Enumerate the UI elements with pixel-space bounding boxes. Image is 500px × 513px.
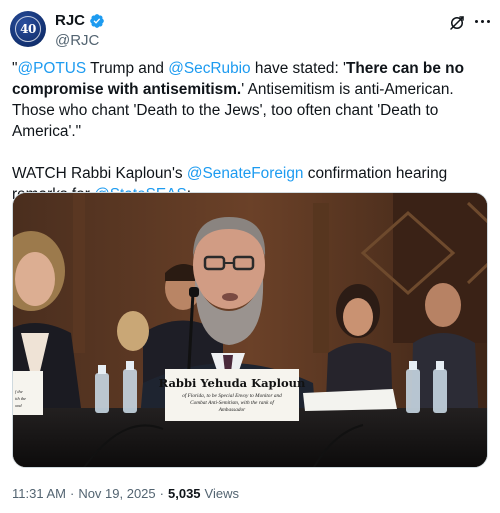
display-name[interactable]: RJC — [55, 12, 85, 29]
views-label: Views — [204, 486, 239, 501]
tweet-text: "@POTUS Trump and @SecRubio have stated:… — [12, 58, 488, 205]
meta-separator: · — [159, 486, 164, 501]
placard-line-3: Ambassador — [218, 407, 246, 413]
tweet-text-segment: WATCH Rabbi Kaploun's — [12, 165, 187, 182]
more-options-icon[interactable] — [475, 18, 493, 24]
placard-line-1: of Florida, to be Special Envoy to Monit… — [182, 392, 282, 399]
placard-name: Rabbi Yehuda Kaploun — [159, 376, 306, 390]
tweet-time[interactable]: 11:31 AM — [12, 486, 66, 501]
side-placard-line-1: f the — [15, 389, 23, 394]
tweet-text-segment: Trump and — [86, 60, 169, 77]
tweet-date[interactable]: Nov 19, 2025 — [78, 486, 155, 501]
tweet-paragraph-1: "@POTUS Trump and @SecRubio have stated:… — [12, 58, 488, 142]
mention-link[interactable]: @SenateForeign — [187, 165, 304, 182]
tweet-text-segment: have stated: ' — [250, 60, 346, 77]
grok-icon[interactable] — [448, 14, 466, 32]
views-count: 5,035 — [168, 486, 201, 501]
mention-link[interactable]: @SecRubio — [168, 60, 250, 77]
tweet-meta: 11:31 AM · Nov 19, 2025 · 5,035 Views — [12, 486, 239, 501]
user-handle[interactable]: @RJC — [55, 32, 99, 49]
tweet: 40 RJC @RJC "@POTUS Trump and @SecRubio … — [0, 0, 500, 513]
side-placard-line-2: ith the — [15, 396, 26, 401]
placard-line-2: Combat Anti-Semitism, with the rank of — [190, 399, 275, 406]
meta-separator: · — [69, 486, 75, 501]
mention-link[interactable]: @POTUS — [17, 60, 86, 77]
video-media[interactable]: f the ith the ond Rabbi Yehuda Kaploun o… — [12, 192, 488, 468]
name-row: RJC — [55, 12, 105, 29]
video-frame: f the ith the ond Rabbi Yehuda Kaploun o… — [13, 193, 487, 467]
side-placard-line-3: ond — [15, 403, 22, 408]
verified-badge-icon — [90, 13, 104, 28]
avatar[interactable]: 40 — [10, 11, 46, 47]
avatar-ring — [15, 16, 41, 42]
